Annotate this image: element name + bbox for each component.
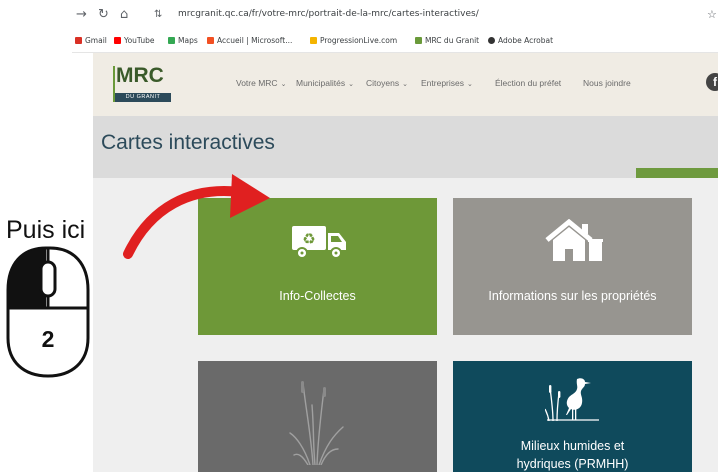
maps-icon	[168, 37, 175, 44]
card-milieux-humides-label-1: Milieux humides et	[520, 439, 625, 453]
bookmark-star-icon[interactable]: ☆	[707, 8, 717, 21]
facebook-icon[interactable]: f	[706, 73, 718, 91]
adobe-acrobat-icon	[488, 37, 495, 44]
chevron-down-icon: ⌄	[467, 81, 473, 88]
nav-votre-mrc[interactable]: Votre MRC ⌄	[236, 78, 286, 88]
mrc-granit-icon	[415, 37, 422, 44]
card-informations-proprietes-label: Informations sur les propriétés	[488, 289, 657, 303]
site-info-icon[interactable]: ⇅	[154, 9, 162, 20]
card-milieux-humides-label-2: hydriques (PRMHH)	[516, 457, 629, 471]
mrc-logo[interactable]: MRC DU GRANIT	[113, 62, 173, 102]
card-reeds[interactable]	[198, 361, 437, 472]
nav-municipalites[interactable]: Municipalités ⌄	[296, 78, 354, 88]
address-bar-area: → ↻ ⌂ ⇅ mrcgranit.qc.ca/fr/votre-mrc/por…	[72, 0, 718, 32]
gmail-icon	[75, 37, 82, 44]
recycling-truck-icon: ♻	[292, 226, 346, 259]
chevron-down-icon: ⌄	[280, 81, 287, 88]
bookmark-youtube[interactable]: YouTube	[114, 36, 155, 45]
youtube-icon	[114, 37, 121, 44]
scroll-wheel-icon	[39, 260, 57, 298]
reload-icon[interactable]: ↻	[98, 7, 109, 22]
bookmark-progressionlive[interactable]: ProgressionLive.com	[310, 36, 397, 45]
bookmark-adobe-acrobat[interactable]: Adobe Acrobat	[488, 36, 553, 45]
bookmark-mrc-granit[interactable]: MRC du Granit	[415, 36, 479, 45]
home-icon[interactable]: ⌂	[120, 7, 128, 22]
title-accent-bar	[636, 168, 718, 178]
nav-nous-joindre[interactable]: Nous joindre	[583, 78, 631, 88]
mouse-icon	[6, 246, 90, 378]
card-milieux-humides[interactable]: Milieux humides et hydriques (PRMHH)	[453, 361, 692, 472]
bookmark-gmail[interactable]: Gmail	[75, 36, 107, 45]
bookmark-microsoft[interactable]: Accueil | Microsoft...	[207, 36, 292, 45]
progressionlive-icon	[310, 37, 317, 44]
microsoft-icon	[207, 37, 214, 44]
reeds-icon	[289, 381, 344, 465]
svg-text:♻: ♻	[302, 230, 315, 248]
nav-citoyens[interactable]: Citoyens ⌄	[366, 78, 408, 88]
house-icon	[545, 219, 603, 261]
nav-election-prefet[interactable]: Élection du préfet	[495, 78, 561, 88]
card-info-collectes-label: Info-Collectes	[279, 289, 356, 303]
red-arrow-icon	[123, 174, 270, 259]
url-field[interactable]: mrcgranit.qc.ca/fr/votre-mrc/portrait-de…	[178, 9, 479, 19]
chevron-down-icon: ⌄	[348, 81, 355, 88]
forward-icon[interactable]: →	[76, 7, 87, 22]
card-informations-proprietes[interactable]: Informations sur les propriétés	[453, 198, 692, 335]
nav-entreprises[interactable]: Entreprises ⌄	[421, 78, 473, 88]
heron-icon	[545, 378, 599, 421]
page-title: Cartes interactives	[101, 131, 275, 154]
bookmark-maps[interactable]: Maps	[168, 36, 198, 45]
instruction-text: Puis ici	[6, 216, 86, 244]
site-header: MRC DU GRANIT Votre MRC ⌄ Municipalités ⌄ …	[93, 53, 718, 116]
step-number: 2	[41, 326, 55, 352]
bookmarks-bar: Gmail YouTube Maps Accueil | Microsoft..…	[72, 32, 718, 53]
chevron-down-icon: ⌄	[402, 81, 408, 88]
